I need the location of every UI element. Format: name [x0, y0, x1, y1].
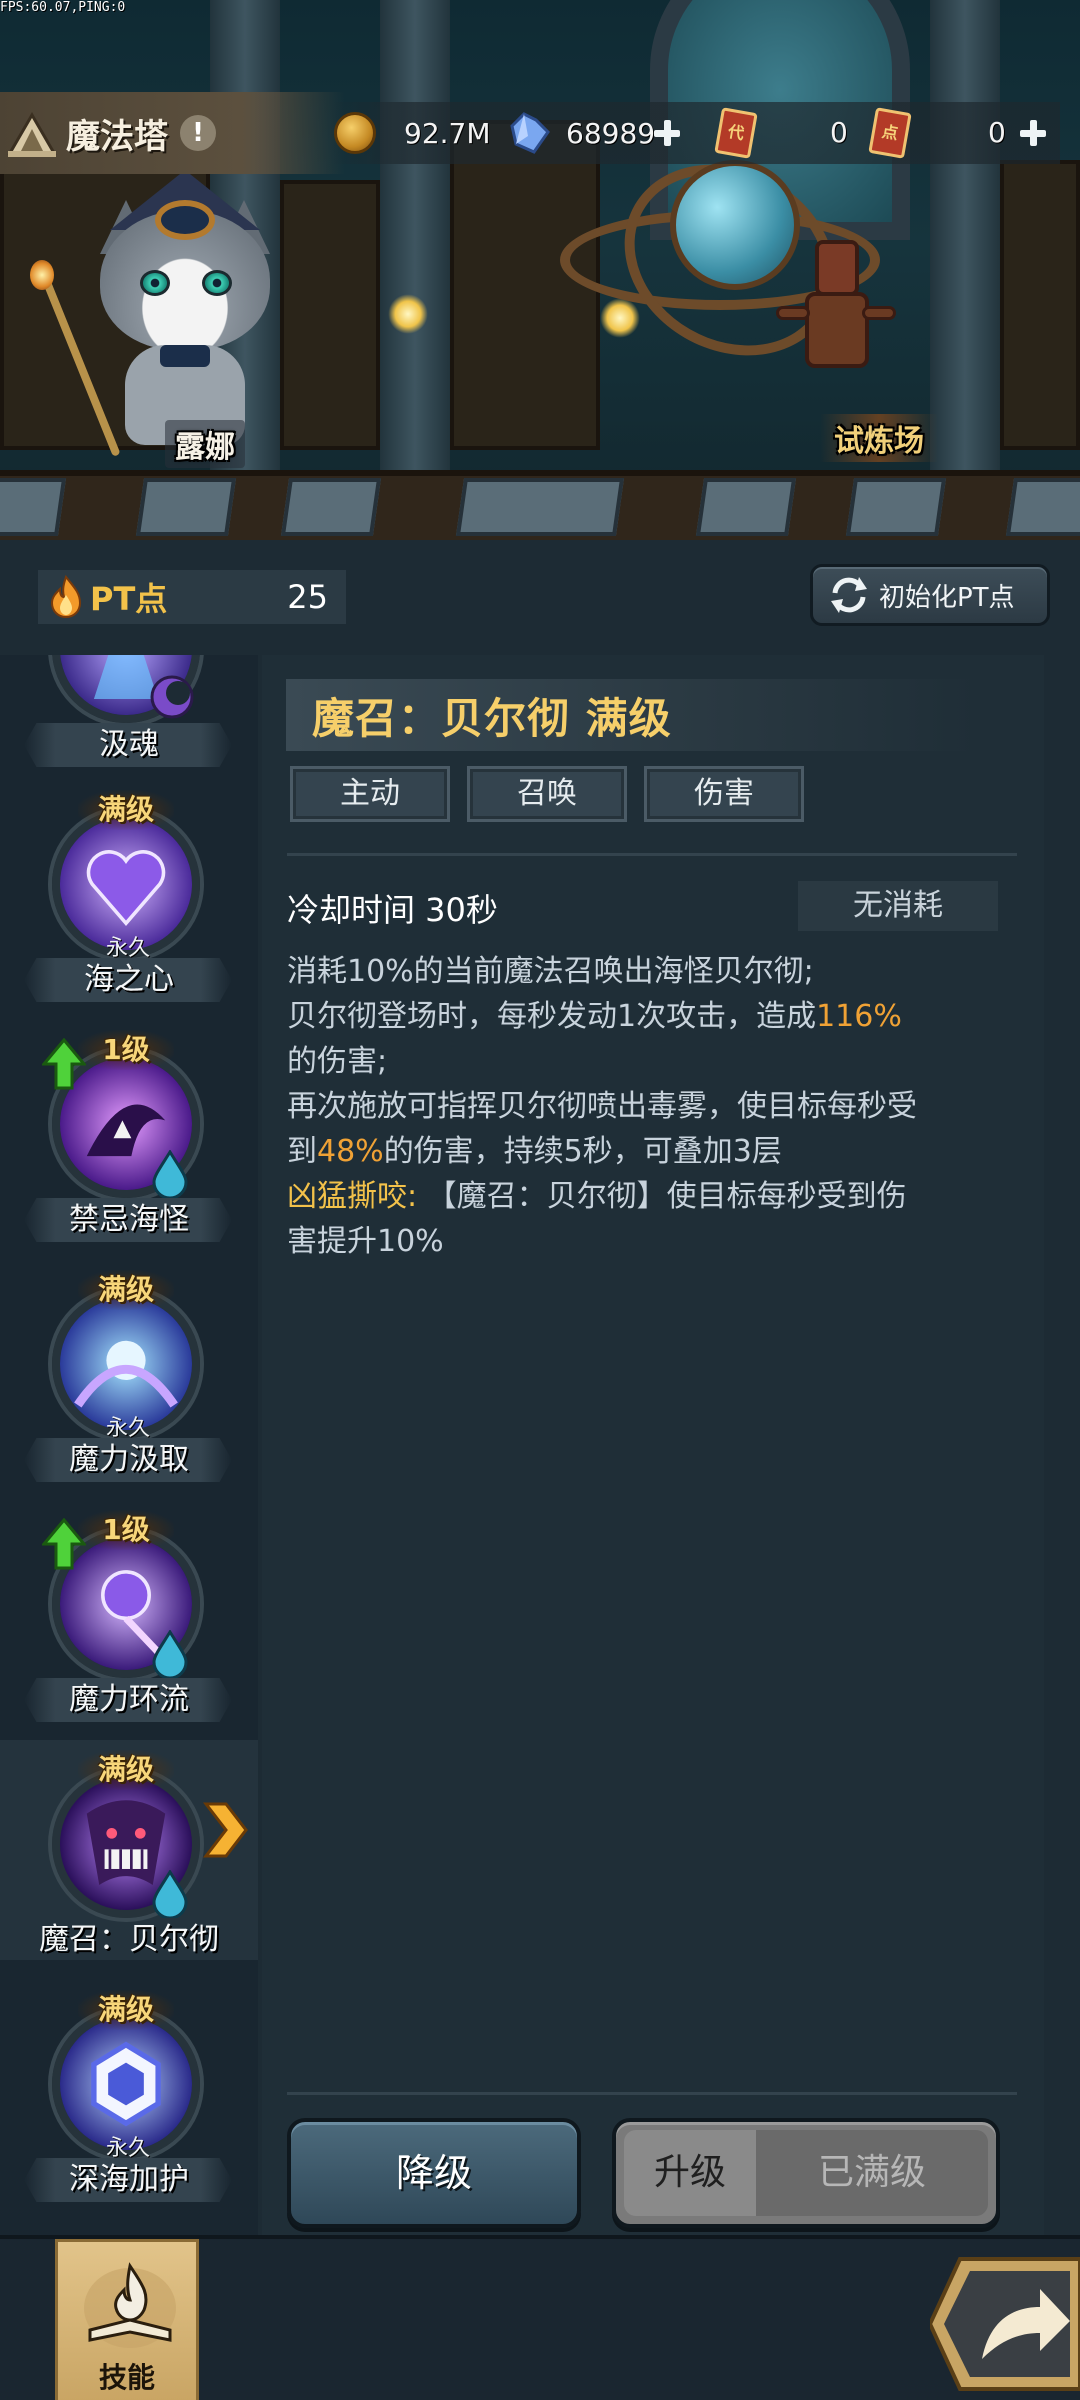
share-arrow-button[interactable] [930, 2249, 1080, 2399]
tab-skills[interactable]: 技能 [55, 2239, 199, 2400]
desc-line: 贝尔彻登场时，每秒发动1次攻击，造成116% [287, 999, 902, 1034]
skill-level-badge: 1级 [78, 1030, 174, 1070]
desc-line: 害提升10% [287, 1224, 444, 1259]
maxed-label: 已满级 [756, 2130, 988, 2216]
desc-line: 的伤害; [287, 1044, 388, 1079]
ticket-a-counter: 代 [714, 102, 758, 164]
skill-item-forbidden-kraken[interactable]: 1级 禁忌海怪 [0, 1020, 258, 1242]
ticket-icon: 代 [714, 107, 758, 159]
skill-level-badge: 满级 [78, 1750, 174, 1790]
skill-detail-pane: 魔召：贝尔彻 满级 主动 召唤 伤害 冷却时间 30秒 无消耗 消耗10%的当前… [262, 655, 1044, 2235]
npc-cat-mage[interactable] [80, 170, 290, 450]
skill-item-soul-drain[interactable]: 汲魂 [0, 655, 258, 767]
skill-name: 魔力环流 [69, 1682, 189, 1717]
water-drop-icon [152, 1630, 188, 1678]
divider [287, 2092, 1017, 2095]
damage-value: 48% [317, 1134, 384, 1169]
scene-background: 露娜 试炼场 [0, 0, 1080, 540]
upgrade-button[interactable]: 升级 已满级 [612, 2118, 1000, 2228]
skill-item-mana-flow[interactable]: 1级 魔力环流 [0, 1500, 258, 1722]
cost-badge: 无消耗 [798, 881, 998, 931]
fps-counter: FPS:60.07,PING:0 [0, 0, 126, 15]
keyword: 凶猛撕咬: [287, 1179, 418, 1214]
skill-item-mana-drain[interactable]: 满级 永久 魔力汲取 [0, 1260, 258, 1482]
pt-label: PT点 [90, 580, 168, 618]
skill-name: 深海加护 [69, 2162, 189, 2197]
pt-points-row: PT点 25 [38, 570, 346, 624]
ticket-a-value: 0 [830, 116, 848, 149]
skill-list[interactable]: 汲魂 满级 永久 海之心 1级 禁忌海怪 满级 永久 魔力汲取 1级 魔力环流 … [0, 655, 258, 2235]
flame-icon [50, 575, 82, 619]
reset-pt-label: 初始化PT点 [879, 582, 1015, 613]
skill-name: 魔召：贝尔彻 [39, 1922, 219, 1957]
bottom-nav-bar: 技能 [0, 2235, 1080, 2400]
coin-counter: 92.7M [334, 102, 491, 164]
downgrade-button[interactable]: 降级 [287, 2118, 581, 2228]
npc-name-label[interactable]: 露娜 [165, 420, 245, 468]
bookshelf [1000, 160, 1080, 450]
moon-icon [150, 675, 194, 719]
skill-panel: PT点 25 初始化PT点 汲魂 满级 永久 海之心 1级 禁忌海怪 满级 永久… [0, 540, 1080, 2235]
water-drop-icon [152, 1150, 188, 1198]
skill-title: 魔召：贝尔彻 满级 [312, 694, 672, 743]
skill-tag: 召唤 [467, 766, 627, 822]
skill-name: 海之心 [84, 962, 174, 997]
skill-level-badge: 满级 [78, 1990, 174, 2030]
desc-line: 再次施放可指挥贝尔彻喷出毒雾，使目标每秒受 [287, 1089, 917, 1124]
skill-level-badge: 1级 [78, 1510, 174, 1550]
crystal-value: 68989 [566, 116, 656, 150]
skill-level-badge: 满级 [78, 1270, 174, 1310]
reset-pt-button[interactable]: 初始化PT点 [810, 564, 1050, 626]
ticket-b-value: 0 [988, 116, 1006, 149]
arena-label[interactable]: 试炼场 [820, 414, 938, 462]
currency-bar: 92.7M 68989 代 0 点 0 [330, 102, 1060, 164]
cooldown-text: 冷却时间 30秒 [287, 891, 498, 929]
refresh-icon [831, 577, 867, 613]
chevron-right-icon [202, 1802, 248, 1858]
info-icon[interactable]: ! [180, 115, 216, 151]
flame-book-icon [84, 2262, 176, 2348]
lamp-icon [388, 294, 428, 334]
skill-tag: 伤害 [644, 766, 804, 822]
pillar [930, 0, 1000, 480]
crystal-icon [510, 112, 550, 154]
ticket-icon: 点 [868, 107, 912, 159]
skill-item-summon-belch[interactable]: 满级 魔召：贝尔彻 [0, 1740, 258, 1960]
skill-name: 汲魂 [99, 727, 159, 762]
desc-line: 到48%的伤害，持续5秒，可叠加3层 [287, 1134, 782, 1169]
coin-icon [334, 112, 376, 154]
upgrade-label: 升级 [624, 2130, 756, 2216]
skill-level-badge: 满级 [78, 790, 174, 830]
skill-name: 魔力汲取 [69, 1442, 189, 1477]
skill-tag: 主动 [290, 766, 450, 822]
staff-flame-icon [30, 260, 54, 290]
skill-item-deep-sea-blessing[interactable]: 满级 永久 深海加护 [0, 1980, 258, 2202]
pillar [380, 0, 450, 480]
magic-tower-icon [7, 112, 57, 157]
desc-line: 消耗10%的当前魔法召唤出海怪贝尔彻; [287, 954, 814, 989]
water-drop-icon [152, 1870, 188, 1918]
pt-value: 25 [287, 578, 328, 616]
add-crystal-button[interactable] [652, 118, 682, 148]
desc-line: 凶猛撕咬: 【魔召：贝尔彻】使目标每秒受到伤 [287, 1179, 907, 1214]
coin-value: 92.7M [404, 116, 491, 150]
skill-item-heart-of-sea[interactable]: 满级 永久 海之心 [0, 780, 258, 1002]
add-ticket-button[interactable] [1018, 118, 1048, 148]
training-dummy[interactable] [776, 240, 896, 390]
divider [287, 853, 1017, 856]
bookshelf [280, 180, 380, 450]
downgrade-label: 降级 [395, 2151, 472, 2195]
page-title-plate: 魔法塔 ! [0, 92, 345, 174]
tab-skills-label: 技能 [98, 2361, 155, 2394]
skill-name: 禁忌海怪 [69, 1202, 189, 1237]
damage-value: 116% [816, 999, 902, 1034]
skill-description: 消耗10%的当前魔法召唤出海怪贝尔彻; 贝尔彻登场时，每秒发动1次攻击，造成11… [287, 949, 1007, 1264]
crystal-counter: 68989 [506, 102, 655, 164]
page-title: 魔法塔 [66, 116, 168, 157]
ticket-b-counter: 点 [868, 102, 912, 164]
